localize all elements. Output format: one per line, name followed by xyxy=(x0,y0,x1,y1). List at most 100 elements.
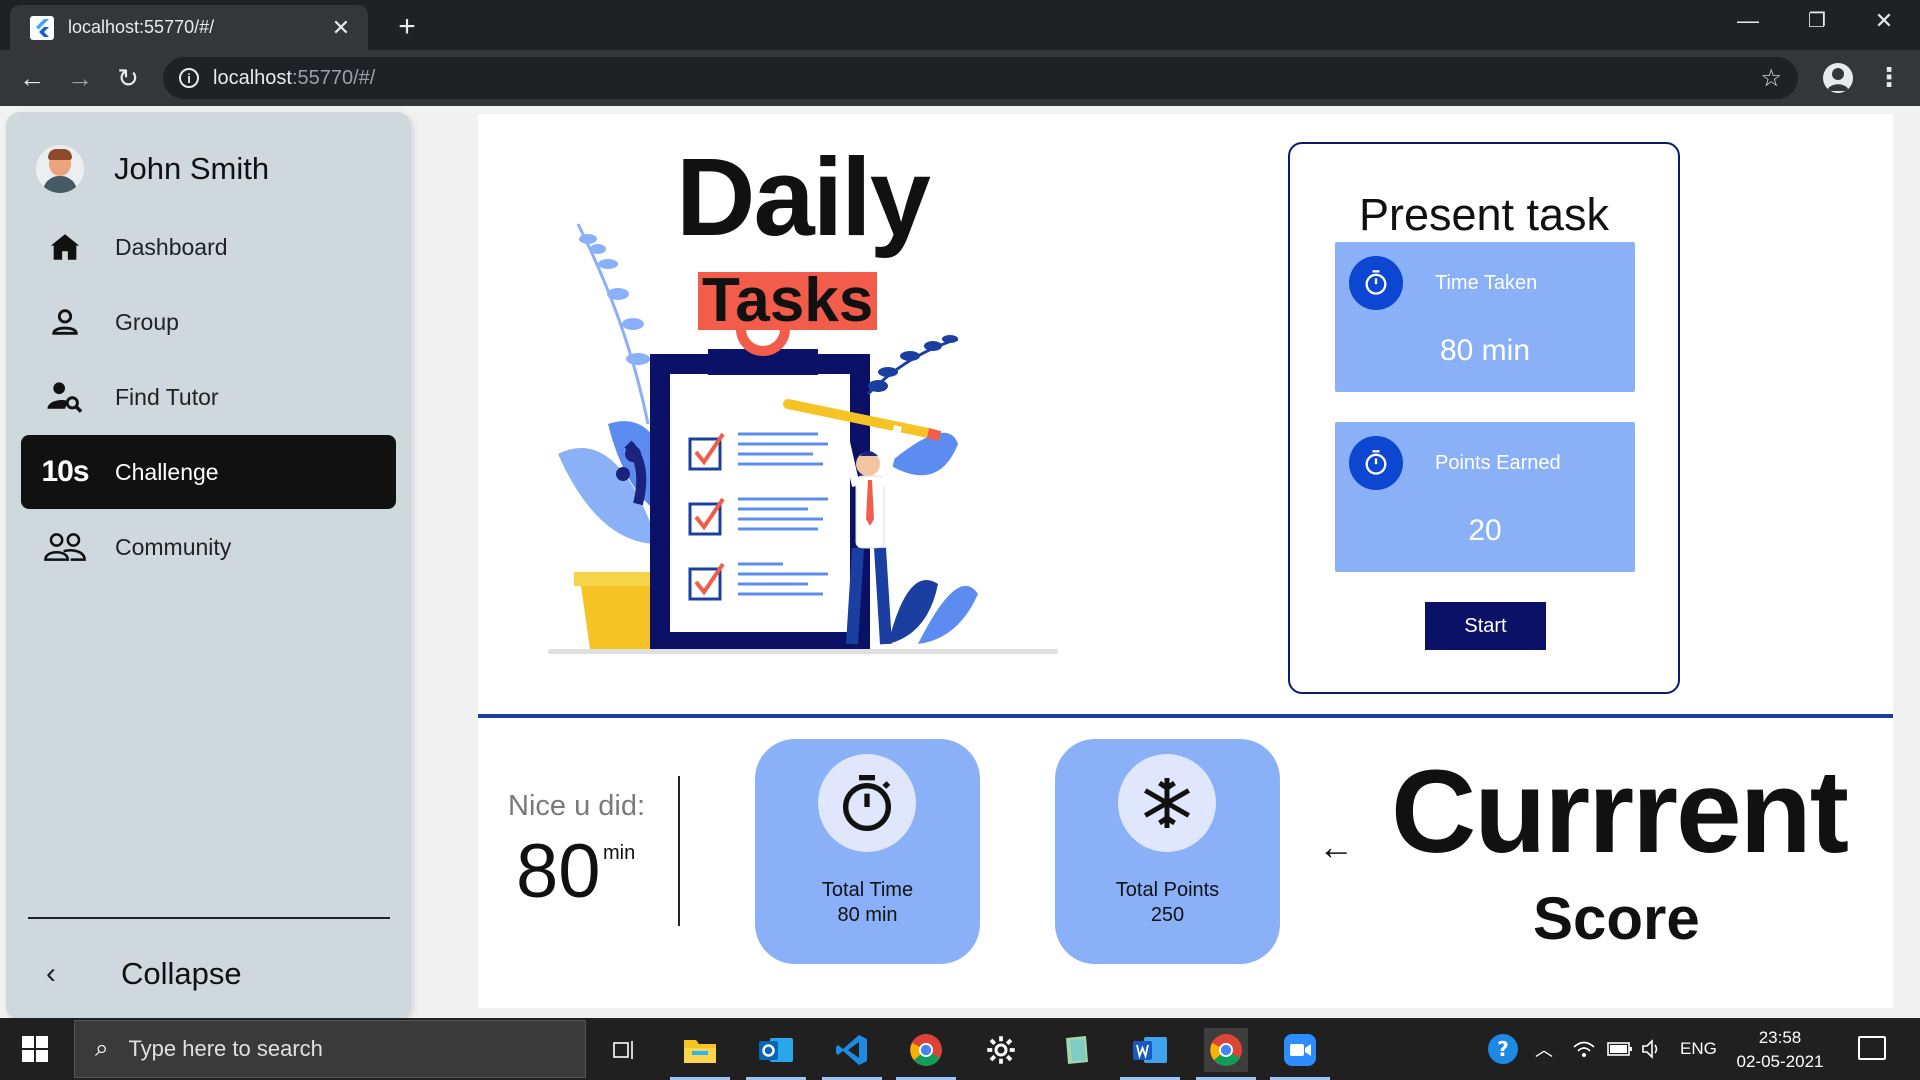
present-task-card: Present task Time Taken 80 min Points Ea… xyxy=(1288,142,1680,694)
volume-icon[interactable] xyxy=(1641,1018,1665,1080)
app-page: John Smith Dashboard Group Find Tutor 10… xyxy=(0,106,1920,1020)
sidebar-item-challenge[interactable]: 10s Challenge xyxy=(21,435,396,509)
hero-title-tasks: Tasks xyxy=(698,270,878,332)
points-earned-box: Points Earned 20 xyxy=(1335,422,1635,572)
user-name: John Smith xyxy=(114,151,270,186)
nice-value: 80 xyxy=(516,829,601,914)
browser-tab[interactable]: localhost:55770/#/ ✕ xyxy=(10,5,368,50)
collapse-label: Collapse xyxy=(121,956,242,991)
sidebar-item-community[interactable]: Community xyxy=(21,510,396,584)
people-icon xyxy=(43,525,87,569)
tab-title: localhost:55770/#/ xyxy=(68,17,215,37)
nice-unit: min xyxy=(603,842,636,864)
time-taken-label: Time Taken xyxy=(1435,272,1538,294)
total-points-tile[interactable]: Total Points 250 xyxy=(1055,739,1280,964)
window-close-button[interactable]: ✕ xyxy=(1864,8,1904,34)
time-taken-value: 80 min xyxy=(1439,334,1531,367)
flutter-favicon-icon xyxy=(30,15,54,40)
minimize-button[interactable]: — xyxy=(1728,8,1768,34)
address-bar[interactable]: i localhost:55770/#/ ☆ xyxy=(163,57,1798,99)
settings-gear-icon[interactable] xyxy=(979,1028,1023,1072)
current-score-subtitle: Score xyxy=(1533,885,1700,952)
section-divider xyxy=(478,714,1893,718)
sidebar-item-label: Dashboard xyxy=(115,233,228,260)
taskbar-clock[interactable]: 23:58 02-05-2021 xyxy=(1730,1026,1830,1074)
sidebar-item-dashboard[interactable]: Dashboard xyxy=(21,210,396,284)
sidebar: John Smith Dashboard Group Find Tutor 10… xyxy=(6,112,411,1020)
url-path: :55770/#/ xyxy=(291,66,376,89)
total-time-tile[interactable]: Total Time 80 min xyxy=(755,739,980,964)
sidebar-item-label: Find Tutor xyxy=(115,383,219,410)
forward-button[interactable]: → xyxy=(62,60,98,96)
help-icon[interactable]: ? xyxy=(1486,1018,1520,1080)
sidebar-item-group[interactable]: Group xyxy=(21,285,396,359)
svg-text:?: ? xyxy=(1497,1037,1509,1061)
daily-tasks-illustration: Daily Tasks xyxy=(538,124,1098,674)
file-explorer-icon[interactable] xyxy=(670,1028,730,1080)
start-button[interactable]: Start xyxy=(1425,602,1546,650)
browser-toolbar: ← → ↻ i localhost:55770/#/ ☆ ⋮ xyxy=(0,50,1920,106)
clock-date: 02-05-2021 xyxy=(1736,1052,1824,1071)
total-time-title: Total Time xyxy=(821,879,914,901)
total-time-value: 80 min xyxy=(837,904,898,926)
battery-icon[interactable] xyxy=(1607,1018,1633,1080)
nice-label: Nice u did: xyxy=(508,790,646,822)
vertical-divider xyxy=(678,776,680,926)
time-taken-box: Time Taken 80 min xyxy=(1335,242,1635,392)
points-earned-label: Points Earned xyxy=(1435,452,1561,474)
tab-close-icon[interactable]: ✕ xyxy=(328,15,354,41)
taskbar-search-placeholder: Type here to search xyxy=(128,1036,323,1061)
restore-button[interactable]: ❐ xyxy=(1797,8,1837,33)
zoom-icon[interactable] xyxy=(1270,1028,1330,1080)
taskbar-search[interactable]: ⌕ Type here to search xyxy=(74,1020,586,1078)
timer-10s-icon: 10s xyxy=(41,455,89,488)
user-profile[interactable]: John Smith xyxy=(36,144,269,194)
stopwatch-icon xyxy=(1349,256,1403,310)
person-icon xyxy=(43,300,87,344)
main-content: Daily Tasks Present task Time Taken 80 m… xyxy=(478,114,1893,1008)
wifi-icon[interactable] xyxy=(1572,1018,1596,1080)
browser-tabstrip: localhost:55770/#/ ✕ + — ❐ ✕ xyxy=(0,0,1920,50)
avatar xyxy=(36,145,84,193)
reload-button[interactable]: ↻ xyxy=(110,60,146,96)
current-score-title: Currrent xyxy=(1391,746,1849,878)
site-info-icon[interactable]: i xyxy=(179,68,199,88)
person-search-icon xyxy=(43,375,87,419)
notification-icon[interactable] xyxy=(1858,1036,1886,1060)
sidebar-item-label: Group xyxy=(115,308,179,335)
total-points-title: Total Points xyxy=(1115,879,1220,901)
total-points-value: 250 xyxy=(1150,904,1185,926)
task-view-icon[interactable] xyxy=(602,1028,646,1072)
new-tab-button[interactable]: + xyxy=(392,10,422,44)
url-host: localhost xyxy=(213,66,292,89)
language-indicator[interactable]: ENG xyxy=(1680,1018,1717,1080)
chrome-icon[interactable] xyxy=(896,1028,956,1080)
windows-start-icon[interactable] xyxy=(22,1036,48,1062)
chevron-up-icon[interactable]: ︿ xyxy=(1535,1018,1553,1080)
clock-time: 23:58 xyxy=(1758,1028,1802,1047)
sidebar-item-label: Challenge xyxy=(115,458,219,485)
vscode-icon[interactable] xyxy=(822,1028,882,1080)
present-task-title: Present task xyxy=(1358,189,1610,240)
sidebar-item-find-tutor[interactable]: Find Tutor xyxy=(21,360,396,434)
browser-menu-icon[interactable]: ⋮ xyxy=(1876,62,1902,93)
points-earned-value: 20 xyxy=(1468,514,1502,547)
word-icon[interactable] xyxy=(1120,1028,1180,1080)
outlook-icon[interactable] xyxy=(746,1028,806,1080)
chrome-active-icon[interactable] xyxy=(1196,1028,1256,1080)
home-icon xyxy=(43,225,87,269)
notes-app-icon[interactable] xyxy=(1054,1028,1098,1072)
back-button[interactable]: ← xyxy=(14,60,50,96)
arrow-left-icon: ← xyxy=(1318,826,1354,867)
bookmark-star-icon[interactable]: ☆ xyxy=(1760,64,1782,93)
sidebar-divider xyxy=(28,917,390,919)
windows-taskbar: ⌕ Type here to search ? ︿ ENG 23:58 02-0… xyxy=(0,1018,1920,1080)
snowflake-icon xyxy=(1118,754,1216,852)
collapse-button[interactable]: ‹ Collapse xyxy=(46,946,242,1002)
timer-icon xyxy=(818,754,916,852)
profile-icon[interactable] xyxy=(1823,63,1853,93)
hero-title-daily: Daily xyxy=(676,136,931,259)
sidebar-item-label: Community xyxy=(115,533,232,560)
search-icon: ⌕ xyxy=(95,1035,109,1062)
chevron-left-icon: ‹ xyxy=(46,957,56,990)
